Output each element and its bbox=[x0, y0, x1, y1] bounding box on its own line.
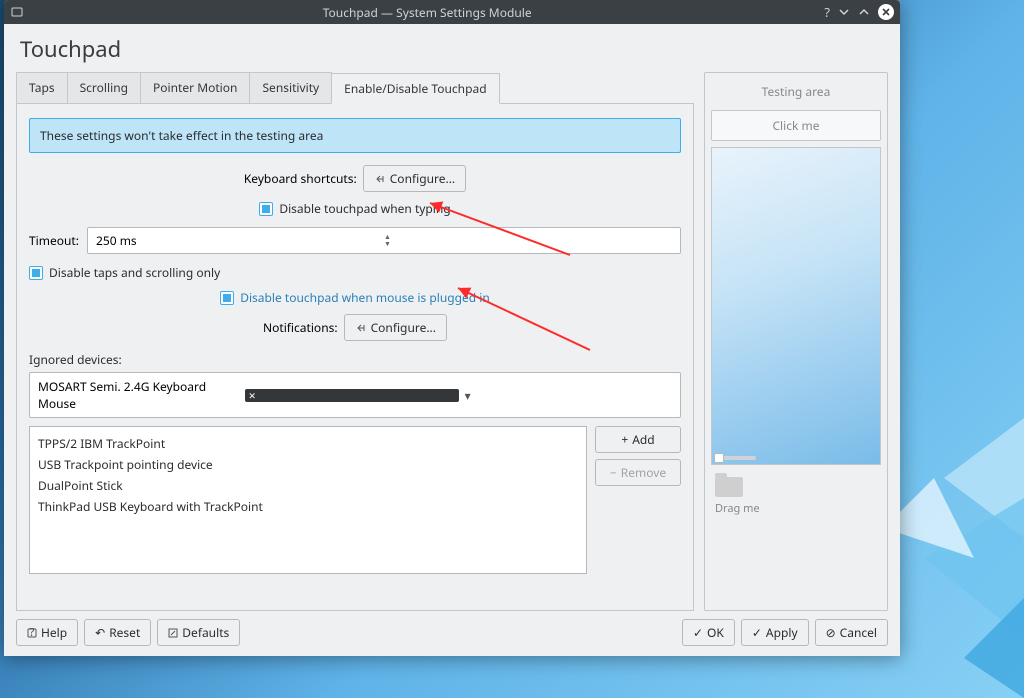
list-item[interactable]: USB Trackpoint pointing device bbox=[38, 454, 578, 475]
configure-shortcuts-label: Configure... bbox=[390, 170, 455, 187]
check-icon: ✓ bbox=[752, 624, 762, 641]
timeout-spinbox[interactable]: 250 ms ▲▼ bbox=[87, 227, 681, 254]
folder-icon[interactable] bbox=[715, 477, 743, 497]
minus-icon: − bbox=[610, 464, 617, 481]
ok-button[interactable]: ✓ OK bbox=[682, 619, 735, 646]
window-title: Touchpad — System Settings Module bbox=[30, 4, 824, 21]
help-icon: ? bbox=[27, 628, 37, 638]
defaults-icon bbox=[168, 628, 178, 638]
keyboard-shortcuts-label: Keyboard shortcuts: bbox=[244, 170, 357, 187]
tab-enable-disable[interactable]: Enable/Disable Touchpad bbox=[331, 73, 499, 104]
reset-label: Reset bbox=[109, 624, 140, 641]
disable-typing-checkbox[interactable] bbox=[259, 202, 273, 216]
ok-label: OK bbox=[707, 624, 724, 641]
timeout-value: 250 ms bbox=[96, 232, 384, 249]
disable-taps-checkbox[interactable] bbox=[29, 266, 43, 280]
notifications-label: Notifications: bbox=[263, 319, 338, 336]
maximize-icon[interactable] bbox=[858, 6, 870, 18]
tab-pointer-motion[interactable]: Pointer Motion bbox=[140, 72, 250, 103]
list-item[interactable]: TPPS/2 IBM TrackPoint bbox=[38, 433, 578, 454]
apply-button[interactable]: ✓ Apply bbox=[741, 619, 809, 646]
drag-me-label: Drag me bbox=[715, 501, 877, 516]
list-item[interactable]: ThinkPad USB Keyboard with TrackPoint bbox=[38, 496, 578, 517]
cancel-button[interactable]: ⊘ Cancel bbox=[815, 619, 888, 646]
timeout-label: Timeout: bbox=[29, 232, 79, 249]
drag-me-zone[interactable]: Drag me bbox=[711, 471, 881, 604]
add-label: Add bbox=[632, 431, 654, 448]
defaults-button[interactable]: Defaults bbox=[157, 619, 240, 646]
disable-mouse-checkbox[interactable] bbox=[220, 291, 234, 305]
check-icon: ✓ bbox=[693, 624, 703, 641]
slider-thumb[interactable] bbox=[714, 453, 724, 463]
minimize-icon[interactable] bbox=[838, 6, 850, 18]
undo-icon: ↶ bbox=[95, 624, 105, 641]
help-label: Help bbox=[41, 624, 67, 641]
click-me-button[interactable]: Click me bbox=[711, 110, 881, 141]
help-icon[interactable]: ? bbox=[824, 3, 830, 21]
defaults-label: Defaults bbox=[182, 624, 229, 641]
disable-mouse-label: Disable touchpad when mouse is plugged i… bbox=[240, 289, 490, 306]
configure-icon bbox=[355, 322, 367, 334]
spin-arrows-icon[interactable]: ▲▼ bbox=[384, 234, 672, 248]
remove-label: Remove bbox=[621, 464, 666, 481]
testing-area-panel: Testing area Click me Drag me bbox=[704, 72, 888, 611]
reset-button[interactable]: ↶ Reset bbox=[84, 619, 151, 646]
ignored-device-combo[interactable]: MOSART Semi. 2.4G Keyboard Mouse ✕ ▾ bbox=[29, 372, 681, 418]
list-item[interactable]: DualPoint Stick bbox=[38, 475, 578, 496]
info-banner: These settings won't take effect in the … bbox=[29, 118, 681, 153]
tab-taps[interactable]: Taps bbox=[16, 72, 68, 103]
close-icon[interactable] bbox=[878, 4, 894, 20]
configure-icon bbox=[374, 173, 386, 185]
device-list[interactable]: TPPS/2 IBM TrackPoint USB Trackpoint poi… bbox=[29, 426, 587, 574]
settings-window: Touchpad — System Settings Module ? Touc… bbox=[4, 0, 900, 656]
plus-icon: + bbox=[621, 431, 628, 448]
tab-sensitivity[interactable]: Sensitivity bbox=[249, 72, 332, 103]
disable-taps-label: Disable taps and scrolling only bbox=[49, 264, 220, 281]
testing-preview[interactable] bbox=[711, 147, 881, 465]
configure-notifications-button[interactable]: Configure... bbox=[344, 314, 447, 341]
configure-shortcuts-button[interactable]: Configure... bbox=[363, 165, 466, 192]
cancel-label: Cancel bbox=[840, 624, 877, 641]
titlebar[interactable]: Touchpad — System Settings Module ? bbox=[4, 0, 900, 24]
clear-icon[interactable]: ✕ bbox=[245, 389, 458, 402]
tab-bar: Taps Scrolling Pointer Motion Sensitivit… bbox=[16, 72, 694, 104]
svg-text:?: ? bbox=[29, 628, 34, 638]
testing-area-title: Testing area bbox=[711, 79, 881, 104]
disable-typing-label: Disable touchpad when typing bbox=[279, 200, 450, 217]
help-button[interactable]: ? Help bbox=[16, 619, 78, 646]
app-icon bbox=[10, 5, 24, 19]
chevron-down-icon[interactable]: ▾ bbox=[465, 387, 672, 404]
page-title: Touchpad bbox=[20, 34, 888, 64]
tab-panel: These settings won't take effect in the … bbox=[16, 104, 694, 611]
button-footer: ? Help ↶ Reset Defaults ✓ OK ✓ Apply ⊘ bbox=[16, 611, 888, 646]
remove-device-button[interactable]: − Remove bbox=[595, 459, 681, 486]
selected-device-text: MOSART Semi. 2.4G Keyboard Mouse bbox=[38, 378, 245, 412]
apply-label: Apply bbox=[766, 624, 798, 641]
tab-scrolling[interactable]: Scrolling bbox=[67, 72, 141, 103]
ignored-devices-label: Ignored devices: bbox=[29, 351, 681, 368]
configure-notifications-label: Configure... bbox=[371, 319, 436, 336]
cancel-icon: ⊘ bbox=[826, 624, 836, 641]
add-device-button[interactable]: + Add bbox=[595, 426, 681, 453]
